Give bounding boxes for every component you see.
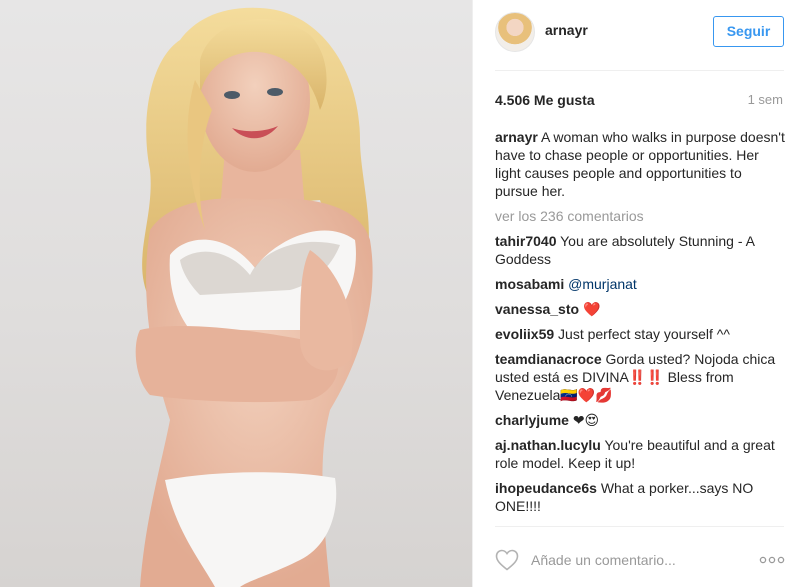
- caption: arnayr A woman who walks in purpose does…: [495, 128, 785, 200]
- comment-item: tahir7040 You are absolutely Stunning - …: [495, 232, 785, 268]
- post-header: arnayr Seguir: [473, 0, 798, 70]
- comment-item: teamdianacroce Gorda usted? Nojoda chica…: [495, 350, 785, 404]
- post-photo[interactable]: [0, 0, 472, 587]
- avatar[interactable]: [495, 12, 535, 52]
- comment-text: ❤️: [582, 301, 601, 317]
- view-all-comments-link[interactable]: ver los 236 comentarios: [495, 207, 785, 225]
- more-options-icon[interactable]: [758, 553, 786, 567]
- caption-text: A woman who walks in purpose doesn't hav…: [495, 129, 785, 199]
- comment-text: ❤😍: [572, 412, 600, 428]
- comment-item: charlyjume ❤😍: [495, 411, 785, 429]
- caption-username[interactable]: arnayr: [495, 129, 538, 145]
- comment-bar: [473, 546, 798, 574]
- comment-username[interactable]: tahir7040: [495, 233, 556, 249]
- post-image: [135, 7, 373, 587]
- comment-mention[interactable]: @murjanat: [568, 276, 637, 292]
- comment-item: evoliix59 Just perfect stay yourself ^^: [495, 325, 785, 343]
- add-comment-input[interactable]: [531, 550, 731, 570]
- comment-username[interactable]: teamdianacroce: [495, 351, 602, 367]
- comment-text: Just perfect stay yourself ^^: [558, 326, 730, 342]
- comment-username[interactable]: charlyjume: [495, 412, 569, 428]
- comment-item: vanessa_sto ❤️: [495, 300, 785, 318]
- heart-outline-icon[interactable]: [495, 549, 519, 571]
- comment-username[interactable]: aj.nathan.lucylu: [495, 437, 601, 453]
- comment-username[interactable]: evoliix59: [495, 326, 554, 342]
- comment-item: aj.nathan.lucylu You're beautiful and a …: [495, 436, 785, 472]
- post-time[interactable]: 1 sem: [748, 92, 783, 107]
- comments-list: arnayr A woman who walks in purpose does…: [495, 128, 785, 522]
- header-divider: [495, 70, 784, 71]
- likes-count[interactable]: 4.506 Me gusta: [495, 92, 595, 108]
- comment-item: mosabami @murjanat: [495, 275, 785, 293]
- comment-username[interactable]: ihopeudance6s: [495, 480, 597, 496]
- comment-username[interactable]: mosabami: [495, 276, 564, 292]
- comment-item: ihopeudance6s What a porker...says NO ON…: [495, 479, 785, 515]
- post-username[interactable]: arnayr: [545, 22, 588, 38]
- post-details-panel: arnayr Seguir 4.506 Me gusta 1 sem arnay…: [472, 0, 798, 587]
- footer-divider: [495, 526, 784, 527]
- comment-username[interactable]: vanessa_sto: [495, 301, 579, 317]
- follow-button[interactable]: Seguir: [713, 16, 784, 47]
